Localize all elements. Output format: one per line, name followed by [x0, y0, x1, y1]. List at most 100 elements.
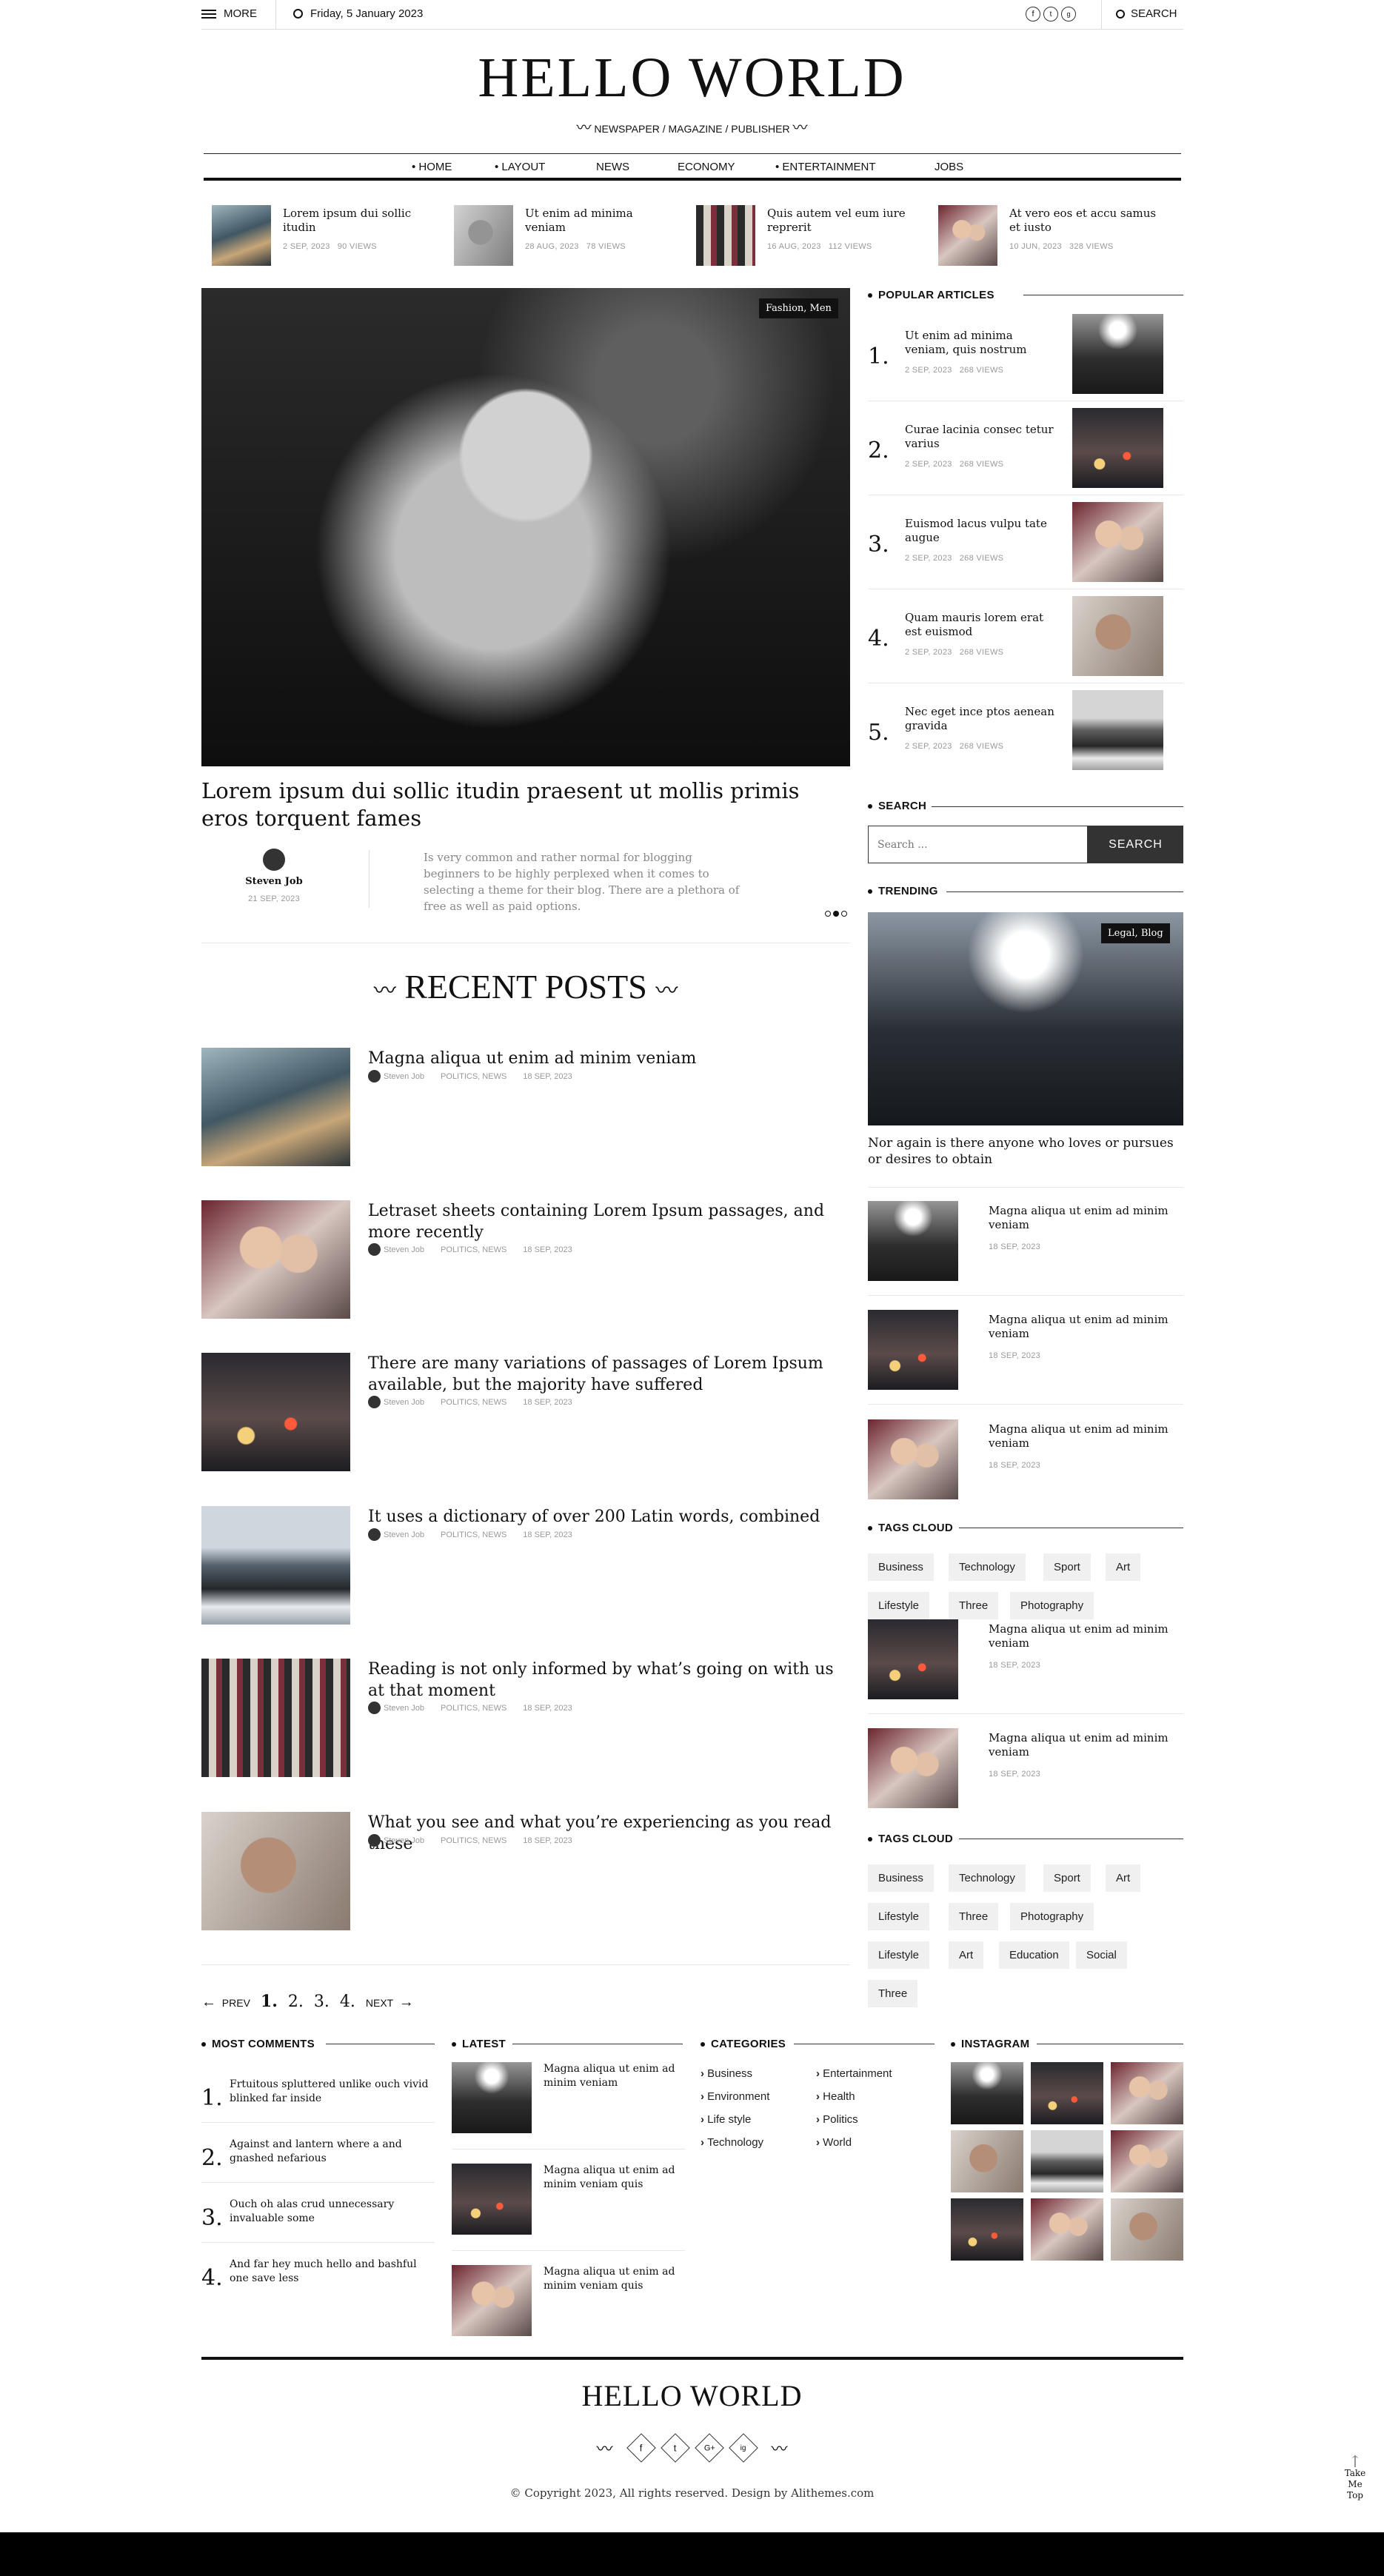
recent-post-item[interactable]: There are many variations of passages of… [201, 1353, 850, 1471]
latest-title[interactable]: Magna aliqua ut enim ad minim veniam qui… [544, 2265, 692, 2293]
tag-social[interactable]: Social [1076, 1941, 1127, 1969]
latest-title[interactable]: Magna aliqua ut enim ad minim veniam [544, 2062, 692, 2090]
tag-art[interactable]: Art [1106, 1553, 1141, 1581]
search-input[interactable] [868, 826, 1088, 863]
back-to-top[interactable]: ↑ Take Me Top [1337, 2455, 1374, 2501]
trending-item[interactable]: Magna aliqua ut enim ad minim veniam 18 S… [868, 1419, 1183, 1499]
tag-business[interactable]: Business [868, 1864, 934, 1892]
trending-badge[interactable]: Legal, Blog [1101, 923, 1170, 943]
nav-news[interactable]: NEWS [596, 161, 629, 173]
tag-photography[interactable]: Photography [1010, 1592, 1094, 1619]
page-1[interactable]: 1. [261, 1992, 278, 2011]
instagram-photo[interactable] [951, 2130, 1023, 2192]
page-4[interactable]: 4. [340, 1993, 355, 2011]
feature-author[interactable]: Steven Job [222, 876, 326, 887]
latest-item[interactable]: Magna aliqua ut enim ad minim veniam qui… [452, 2265, 685, 2336]
category-life-style[interactable]: Life style [701, 2113, 751, 2126]
nav-layout[interactable]: • LAYOUT [495, 161, 545, 173]
popular-article-item[interactable]: 1. Ut enim ad minima veniam, quis nostrum… [868, 314, 1183, 401]
comment-title[interactable]: And far hey much hello and bashful one s… [230, 2258, 435, 2286]
most-comment-item[interactable]: 1. Frtuitous spluttered unlike ouch vivid… [201, 2078, 435, 2123]
popular-title[interactable]: Quam mauris lorem erat est euismod [905, 611, 1057, 639]
instagram-photo[interactable] [1031, 2062, 1103, 2124]
tag-three[interactable]: Three [949, 1903, 999, 1930]
comment-title[interactable]: Frtuitous spluttered unlike ouch vivid b… [230, 2078, 435, 2106]
facebook-icon[interactable]: f [1026, 7, 1040, 21]
tag-education[interactable]: Education [999, 1941, 1069, 1969]
most-comment-item[interactable]: 3. Ouch oh alas crud unnecessary invaluab… [201, 2198, 435, 2243]
instagram-photo[interactable] [1111, 2198, 1183, 2261]
recent-post-item[interactable]: Letraset sheets containing Lorem Ipsum p… [201, 1200, 850, 1319]
recent-post-item[interactable]: What you see and what you’re experiencin… [201, 1812, 850, 1930]
trending-title[interactable]: Magna aliqua ut enim ad minim veniam [989, 1422, 1181, 1451]
instagram-photo[interactable] [1111, 2130, 1183, 2192]
nav-home[interactable]: • HOME [412, 161, 452, 173]
tag-art[interactable]: Art [1106, 1864, 1141, 1892]
ticker-item[interactable]: At vero eos et accu samus et iusto 10 JU… [938, 205, 1183, 266]
popular-title[interactable]: Ut enim ad minima veniam, quis nostrum [905, 329, 1057, 357]
tag-technology[interactable]: Technology [949, 1864, 1026, 1892]
trending-item[interactable]: Magna aliqua ut enim ad minim veniam 18 S… [868, 1728, 1183, 1808]
trending-title[interactable]: Magna aliqua ut enim ad minim veniam [989, 1731, 1181, 1759]
page-2[interactable]: 2. [288, 1993, 304, 2011]
nav-economy[interactable]: ECONOMY [678, 161, 735, 173]
popular-article-item[interactable]: 3. Euismod lacus vulpu tate augue 2 SEP, 2… [868, 502, 1183, 589]
more-menu[interactable]: MORE [201, 7, 257, 20]
popular-title[interactable]: Nec eget ince ptos aenean gravida [905, 705, 1057, 733]
category-technology[interactable]: Technology [701, 2136, 763, 2149]
tag-lifestyle[interactable]: Lifestyle [868, 1941, 930, 1969]
tag-sport[interactable]: Sport [1043, 1864, 1091, 1892]
instagram-photo[interactable] [951, 2198, 1023, 2261]
ticker-item[interactable]: Ut enim ad minima veniam 28 AUG, 2023 78… [454, 205, 676, 266]
next-button[interactable]: NEXT → [366, 1994, 414, 2011]
latest-title[interactable]: Magna aliqua ut enim ad minim veniam qui… [544, 2164, 692, 2192]
feature-title[interactable]: Lorem ipsum dui sollic itudin praesent u… [201, 777, 853, 832]
trending-item[interactable]: Magna aliqua ut enim ad minim veniam 18 S… [868, 1310, 1183, 1405]
feature-image[interactable] [201, 288, 850, 766]
recent-post-title[interactable]: Letraset sheets containing Lorem Ipsum p… [368, 1200, 849, 1243]
trending-image[interactable] [868, 912, 1183, 1125]
popular-title[interactable]: Curae lacinia consec tetur varius [905, 423, 1057, 451]
most-comment-item[interactable]: 2. Against and lantern where a and gnashe… [201, 2138, 435, 2183]
tag-three[interactable]: Three [868, 1980, 918, 2007]
ticker-item[interactable]: Lorem ipsum dui sollic itudin 2 SEP, 202… [212, 205, 434, 266]
category-politics[interactable]: Politics [816, 2113, 858, 2126]
recent-post-title[interactable]: What you see and what you’re experiencin… [368, 1812, 849, 1855]
category-health[interactable]: Health [816, 2090, 855, 2103]
category-entertainment[interactable]: Entertainment [816, 2067, 892, 2080]
nav-jobs[interactable]: JOBS [935, 161, 963, 173]
category-world[interactable]: World [816, 2136, 852, 2149]
tag-three[interactable]: Three [949, 1592, 999, 1619]
tag-lifestyle[interactable]: Lifestyle [868, 1903, 930, 1930]
recent-post-title[interactable]: It uses a dictionary of over 200 Latin w… [368, 1506, 849, 1528]
popular-title[interactable]: Euismod lacus vulpu tate augue [905, 517, 1057, 545]
category-business[interactable]: Business [701, 2067, 752, 2080]
trending-title[interactable]: Magna aliqua ut enim ad minim veniam [989, 1204, 1181, 1232]
twitter-icon[interactable]: t [1043, 7, 1058, 21]
googleplus-icon[interactable]: G+ [694, 2433, 724, 2463]
tag-art[interactable]: Art [949, 1941, 984, 1969]
recent-post-item[interactable]: Reading is not only informed by what’s g… [201, 1659, 850, 1777]
nav-entertainment[interactable]: • ENTERTAINMENT [775, 161, 876, 173]
facebook-icon[interactable]: f [626, 2433, 656, 2463]
instagram-photo[interactable] [951, 2062, 1023, 2124]
trending-headline[interactable]: Nor again is there anyone who loves or p… [868, 1135, 1183, 1168]
ticker-item[interactable]: Quis autem vel eum iure reprerit 16 AUG,… [696, 205, 918, 266]
popular-article-item[interactable]: 5. Nec eget ince ptos aenean gravida 2 SEP… [868, 690, 1183, 770]
trending-item[interactable]: Magna aliqua ut enim ad minim veniam 18 S… [868, 1619, 1183, 1714]
comment-title[interactable]: Ouch oh alas crud unnecessary invaluable… [230, 2198, 435, 2226]
search-toggle[interactable]: SEARCH [1116, 7, 1177, 20]
tag-photography[interactable]: Photography [1010, 1903, 1094, 1930]
comment-title[interactable]: Against and lantern where a and gnashed … [230, 2138, 435, 2166]
tag-sport[interactable]: Sport [1043, 1553, 1091, 1581]
instagram-photo[interactable] [1111, 2062, 1183, 2124]
twitter-icon[interactable]: t [660, 2433, 690, 2463]
footer-title[interactable]: HELLO WORLD [0, 2378, 1384, 2413]
site-title[interactable]: HELLO WORLD [0, 46, 1384, 110]
tag-technology[interactable]: Technology [949, 1553, 1026, 1581]
tag-business[interactable]: Business [868, 1553, 934, 1581]
slider-dots[interactable] [825, 911, 847, 917]
feature-badge[interactable]: Fashion, Men [759, 298, 838, 318]
googleplus-icon[interactable]: g [1061, 7, 1076, 21]
trending-title[interactable]: Magna aliqua ut enim ad minim veniam [989, 1622, 1181, 1650]
